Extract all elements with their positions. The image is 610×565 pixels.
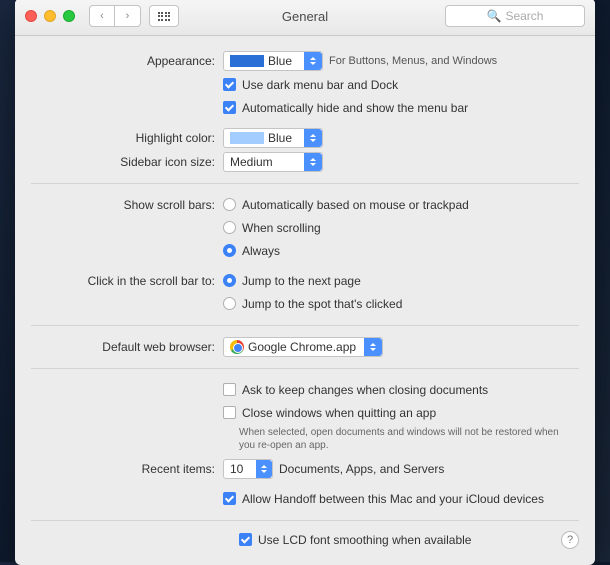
jump-spot-label: Jump to the spot that's clicked bbox=[242, 297, 402, 311]
lcd-checkbox[interactable] bbox=[239, 533, 252, 546]
scroll-auto-label: Automatically based on mouse or trackpad bbox=[242, 198, 469, 212]
recent-value: 10 bbox=[230, 462, 243, 476]
help-button[interactable]: ? bbox=[561, 531, 579, 549]
forward-button[interactable]: › bbox=[115, 5, 141, 27]
scroll-auto-radio[interactable] bbox=[223, 198, 236, 211]
chevron-updown-icon bbox=[304, 129, 322, 147]
sidebar-size-value: Medium bbox=[230, 155, 273, 169]
close-windows-label: Close windows when quitting an app bbox=[242, 406, 436, 420]
recent-label: Recent items: bbox=[15, 462, 223, 476]
ask-changes-checkbox[interactable] bbox=[223, 383, 236, 396]
nav-buttons: ‹ › bbox=[89, 5, 141, 27]
jump-page-label: Jump to the next page bbox=[242, 274, 361, 288]
divider bbox=[31, 325, 579, 326]
minimize-icon[interactable] bbox=[44, 10, 56, 22]
auto-hide-checkbox[interactable] bbox=[223, 101, 236, 114]
highlight-swatch-icon bbox=[230, 132, 264, 144]
search-input[interactable]: 🔍 Search bbox=[445, 5, 585, 27]
scrollbars-label: Show scroll bars: bbox=[15, 198, 223, 212]
scroll-always-radio[interactable] bbox=[223, 244, 236, 257]
search-icon: 🔍 bbox=[487, 9, 502, 23]
zoom-icon[interactable] bbox=[63, 10, 75, 22]
ask-changes-label: Ask to keep changes when closing documen… bbox=[242, 383, 488, 397]
divider bbox=[31, 183, 579, 184]
divider bbox=[31, 368, 579, 369]
chevron-updown-icon bbox=[364, 338, 382, 356]
jump-spot-radio[interactable] bbox=[223, 297, 236, 310]
scroll-scrolling-radio[interactable] bbox=[223, 221, 236, 234]
highlight-select[interactable]: Blue bbox=[223, 128, 323, 148]
preferences-window: ‹ › General 🔍 Search Appearance: Blue bbox=[15, 0, 595, 565]
appearance-label: Appearance: bbox=[15, 54, 223, 68]
browser-label: Default web browser: bbox=[15, 340, 223, 354]
browser-value: Google Chrome.app bbox=[248, 340, 356, 354]
lcd-label: Use LCD font smoothing when available bbox=[258, 533, 471, 547]
recent-suffix: Documents, Apps, and Servers bbox=[279, 462, 444, 476]
browser-select[interactable]: Google Chrome.app bbox=[223, 337, 383, 357]
dark-menu-checkbox[interactable] bbox=[223, 78, 236, 91]
jump-page-radio[interactable] bbox=[223, 274, 236, 287]
scroll-scrolling-label: When scrolling bbox=[242, 221, 321, 235]
chevron-updown-icon bbox=[304, 52, 322, 70]
content: Appearance: Blue For Buttons, Menus, and… bbox=[15, 36, 595, 565]
chevron-updown-icon bbox=[256, 460, 272, 478]
handoff-label: Allow Handoff between this Mac and your … bbox=[242, 492, 544, 506]
grid-icon bbox=[158, 12, 171, 21]
show-all-button[interactable] bbox=[149, 5, 179, 27]
appearance-value: Blue bbox=[268, 54, 292, 68]
chevron-updown-icon bbox=[304, 153, 322, 171]
window-title: General bbox=[282, 9, 328, 24]
search-placeholder: Search bbox=[505, 9, 543, 23]
recent-items-stepper[interactable]: 10 bbox=[223, 459, 273, 479]
back-button[interactable]: ‹ bbox=[89, 5, 115, 27]
sidebar-size-select[interactable]: Medium bbox=[223, 152, 323, 172]
sidebar-size-label: Sidebar icon size: bbox=[15, 155, 223, 169]
auto-hide-label: Automatically hide and show the menu bar bbox=[242, 101, 468, 115]
traffic-lights bbox=[25, 10, 75, 22]
close-windows-note: When selected, open documents and window… bbox=[239, 426, 595, 452]
titlebar: ‹ › General 🔍 Search bbox=[15, 0, 595, 36]
appearance-select[interactable]: Blue bbox=[223, 51, 323, 71]
appearance-hint: For Buttons, Menus, and Windows bbox=[329, 55, 497, 67]
scroll-always-label: Always bbox=[242, 244, 280, 258]
divider bbox=[31, 520, 579, 521]
dark-menu-label: Use dark menu bar and Dock bbox=[242, 78, 398, 92]
close-windows-checkbox[interactable] bbox=[223, 406, 236, 419]
blue-swatch-icon bbox=[230, 55, 264, 67]
scrollclick-label: Click in the scroll bar to: bbox=[15, 274, 223, 288]
highlight-value: Blue bbox=[268, 131, 292, 145]
close-icon[interactable] bbox=[25, 10, 37, 22]
handoff-checkbox[interactable] bbox=[223, 492, 236, 505]
chrome-icon bbox=[230, 340, 244, 354]
highlight-label: Highlight color: bbox=[15, 131, 223, 145]
